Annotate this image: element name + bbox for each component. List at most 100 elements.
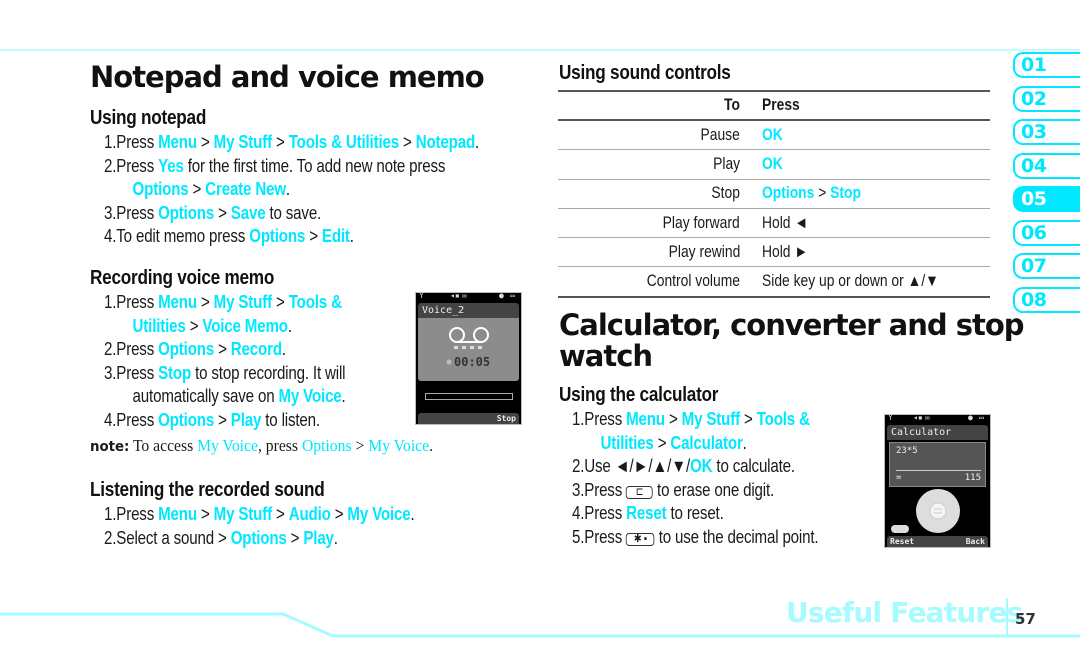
text-run: > <box>271 292 289 312</box>
text-run: to listen. <box>261 409 320 430</box>
text-run: Press <box>584 409 627 429</box>
text-run: for the first time. To add new note pres… <box>183 155 446 176</box>
text-run: > <box>188 179 206 200</box>
chapter-tab-01[interactable]: 01 <box>1013 52 1080 78</box>
menu-path-term: Options <box>301 436 352 455</box>
heading-listening-recorded-sound: Listening the recorded sound <box>90 479 325 501</box>
menu-path-term: Play <box>230 409 262 430</box>
text-run: Use ◄/►/▲/▼/ <box>584 456 691 477</box>
text-run: > <box>196 504 214 524</box>
cell-action: Pause <box>558 120 762 151</box>
text-run: Select a sound > <box>116 527 231 548</box>
menu-path-term: Stop <box>830 184 861 203</box>
menu-path-term: My Voice <box>347 504 411 524</box>
step-item: Options > Create New. <box>104 178 479 202</box>
heading-using-the-calculator: Using the calculator <box>559 384 719 406</box>
title-line-2: watch <box>559 339 653 373</box>
cell-action: Play rewind <box>558 237 762 268</box>
cell-key: Hold ◄ <box>762 208 990 239</box>
heading-using-notepad: Using notepad <box>90 107 207 129</box>
step-number: 1. <box>104 292 117 312</box>
text-run: > <box>286 527 304 548</box>
text-run: to calculate. <box>712 456 795 477</box>
step-item: Utilities > Voice Memo. <box>104 315 346 339</box>
step-number: 1. <box>572 409 585 429</box>
top-rule <box>0 49 1080 51</box>
message-icon: ✉ <box>925 413 930 422</box>
message-icon: ✉ <box>462 291 467 300</box>
menu-path-term: Create New <box>205 179 286 200</box>
menu-path-term: Stop <box>158 362 192 383</box>
footer-section-title: Useful Features <box>786 596 1023 629</box>
step-number: 2. <box>104 155 117 176</box>
menu-path-term: Menu <box>158 132 197 152</box>
text-run: Press <box>116 362 159 383</box>
step-item: 2. Use ◄/►/▲/▼/OK to calculate. <box>572 455 818 479</box>
menu-path-term: Tools & Utilities <box>288 132 399 152</box>
cell-key: OK <box>762 149 990 180</box>
chapter-tab-03[interactable]: 03 <box>1013 119 1080 145</box>
heading-recording-voice-memo: Recording voice memo <box>90 267 275 289</box>
step-number: 2. <box>104 527 117 548</box>
step-number: 4. <box>104 226 117 247</box>
table-header-row: To Press <box>558 90 990 121</box>
table-row: Play rewind Hold ► <box>558 237 990 268</box>
text-run: > <box>196 292 214 312</box>
text-run: to erase one digit. <box>653 479 775 500</box>
chapter-tab-08[interactable]: 08 <box>1013 286 1080 313</box>
column-header-press: Press <box>762 90 990 121</box>
step-item: 5. Press ✱ ▪ to use the decimal point. <box>572 526 819 550</box>
text-run: Hold ► <box>762 242 809 261</box>
calc-display: 23*5 = 115 <box>889 442 986 487</box>
step-number: 1. <box>104 504 117 524</box>
note-text: To access My Voice, press Options > My V… <box>129 436 433 455</box>
step-number: 2. <box>104 339 117 360</box>
text-run: > <box>271 132 289 152</box>
text-run: Hold ◄ <box>762 213 809 232</box>
cell-key: Side key up or down or ▲/▼ <box>762 266 990 298</box>
text-run: . <box>742 432 747 453</box>
menu-path-term: Options <box>158 409 215 430</box>
text-run: . <box>285 179 290 200</box>
chapter-tab-02[interactable]: 02 <box>1013 85 1080 112</box>
menu-path-term: Tools & <box>288 292 342 312</box>
step-number: 3. <box>104 202 117 223</box>
step-item: 3. Press ⊏ to erase one digit. <box>572 479 818 503</box>
softkey-bar: Stop <box>418 413 519 424</box>
phone-screen-title: Calculator <box>887 425 988 440</box>
chapter-tab-07[interactable]: 07 <box>1013 253 1080 279</box>
chapter-tab-05[interactable]: 05 <box>1013 186 1080 212</box>
softkey-reset[interactable]: Reset <box>890 537 914 546</box>
text-run: Press <box>116 339 159 360</box>
calc-navigation-pad[interactable] <box>885 487 990 535</box>
step-item: 4. To edit memo press Options > Edit. <box>104 225 479 249</box>
menu-path-term: Options <box>158 202 215 223</box>
calc-equals: = <box>896 473 902 483</box>
step-item: 3. Press Options > Save to save. <box>104 202 479 226</box>
notepad-steps: 1. Press Menu > My Stuff > Tools & Utili… <box>104 131 551 249</box>
step-item: 3. Press Stop to stop recording. It will <box>104 362 346 386</box>
text-run: > <box>214 202 231 223</box>
text-run: > <box>398 132 416 152</box>
softkey-back[interactable]: Back <box>966 536 985 547</box>
text-run: Press <box>584 479 627 500</box>
menu-path-term: Options <box>762 184 815 203</box>
text-run: . <box>287 315 292 336</box>
page-title-notepad: Notepad and voice memo <box>90 60 485 94</box>
tape-icon <box>446 327 489 365</box>
calculator-phone-screenshot: Y ◂▪ ✉ ● ▭ Calculator 23*5 = 115 Reset B… <box>884 413 991 548</box>
menu-path-term: Options <box>158 339 215 360</box>
table-row: Play forward Hold ◄ <box>558 208 990 239</box>
text-run: > <box>271 504 289 524</box>
chapter-tab-06[interactable]: 06 <box>1013 219 1080 246</box>
menu-path-term: Yes <box>158 155 184 176</box>
softkey-stop[interactable]: Stop <box>497 413 516 424</box>
menu-path-term: Menu <box>626 409 665 429</box>
text-run: > <box>330 504 348 524</box>
text-run: Press <box>584 526 627 547</box>
text-run: Press <box>116 155 159 176</box>
chapter-tab-04[interactable]: 04 <box>1013 152 1080 179</box>
cell-action: Stop <box>558 179 762 209</box>
recording-progress-bar <box>425 393 513 400</box>
menu-path-term: My Stuff <box>213 132 272 152</box>
